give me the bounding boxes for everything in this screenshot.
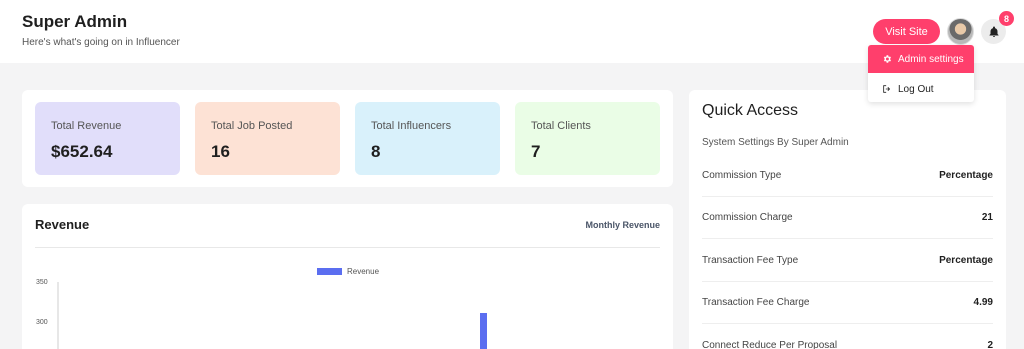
stat-total-influencers[interactable]: Total Influencers 8 xyxy=(355,102,500,175)
avatar[interactable] xyxy=(947,18,974,45)
visit-site-button[interactable]: Visit Site xyxy=(873,19,940,44)
setting-label: Commission Charge xyxy=(702,211,793,223)
menu-item-logout[interactable]: Log Out xyxy=(868,75,974,103)
stat-value: 8 xyxy=(371,142,381,161)
notification-badge: 8 xyxy=(999,11,1014,26)
setting-row-commission-charge: Commission Charge 21 xyxy=(702,196,993,238)
stat-label: Total Clients xyxy=(531,120,591,132)
quick-access-panel: Quick Access System Settings By Super Ad… xyxy=(689,90,1006,349)
bell-icon xyxy=(989,26,998,37)
quick-access-subtitle: System Settings By Super Admin xyxy=(702,137,849,148)
setting-row-transaction-fee-charge: Transaction Fee Charge 4.99 xyxy=(702,281,993,323)
page-subtitle: Here's what's going on in Influencer xyxy=(22,37,180,48)
logout-icon xyxy=(883,85,891,93)
setting-value: 21 xyxy=(981,211,993,223)
setting-value: 4.99 xyxy=(973,296,993,308)
setting-value: 2 xyxy=(987,339,993,349)
setting-label: Commission Type xyxy=(702,169,782,181)
revenue-bar xyxy=(480,313,487,349)
y-tick-label: 300 xyxy=(36,319,48,326)
stat-label: Total Revenue xyxy=(51,120,122,132)
stats-panel: Total Revenue $652.64 Total Job Posted 1… xyxy=(22,90,673,187)
setting-row-connect-reduce: Connect Reduce Per Proposal 2 xyxy=(702,324,993,349)
setting-label: Transaction Fee Type xyxy=(702,254,799,266)
revenue-panel: Revenue Monthly Revenue Revenue 350 300 xyxy=(22,204,673,349)
setting-value: Percentage xyxy=(939,254,993,266)
menu-item-admin-settings[interactable]: Admin settings xyxy=(868,45,974,73)
setting-value: Percentage xyxy=(939,169,993,181)
quick-access-title: Quick Access xyxy=(702,102,799,119)
setting-label: Connect Reduce Per Proposal xyxy=(702,339,838,349)
stat-total-clients[interactable]: Total Clients 7 xyxy=(515,102,660,175)
stat-total-revenue[interactable]: Total Revenue $652.64 xyxy=(35,102,180,175)
stat-value: 7 xyxy=(531,142,541,161)
setting-row-commission-type: Commission Type Percentage xyxy=(702,154,993,196)
stat-label: Total Influencers xyxy=(371,120,452,132)
monthly-revenue-link[interactable]: Monthly Revenue xyxy=(585,220,660,230)
revenue-title: Revenue xyxy=(35,217,90,232)
stat-value: 16 xyxy=(211,142,230,161)
y-tick-label: 350 xyxy=(36,279,48,286)
gear-icon xyxy=(883,55,891,63)
setting-row-transaction-fee-type: Transaction Fee Type Percentage xyxy=(702,239,993,281)
legend-swatch xyxy=(317,268,342,275)
divider xyxy=(35,247,660,248)
revenue-chart: Revenue 350 300 xyxy=(36,267,487,349)
page-title: Super Admin xyxy=(22,12,128,31)
legend-label: Revenue xyxy=(347,267,380,276)
menu-item-label: Log Out xyxy=(898,83,934,95)
menu-item-label: Admin settings xyxy=(898,53,964,65)
profile-dropdown: Admin settings Log Out xyxy=(868,45,974,102)
stat-label: Total Job Posted xyxy=(211,120,293,132)
stat-value: $652.64 xyxy=(51,142,113,161)
setting-label: Transaction Fee Charge xyxy=(702,296,810,308)
stat-total-job-posted[interactable]: Total Job Posted 16 xyxy=(195,102,340,175)
